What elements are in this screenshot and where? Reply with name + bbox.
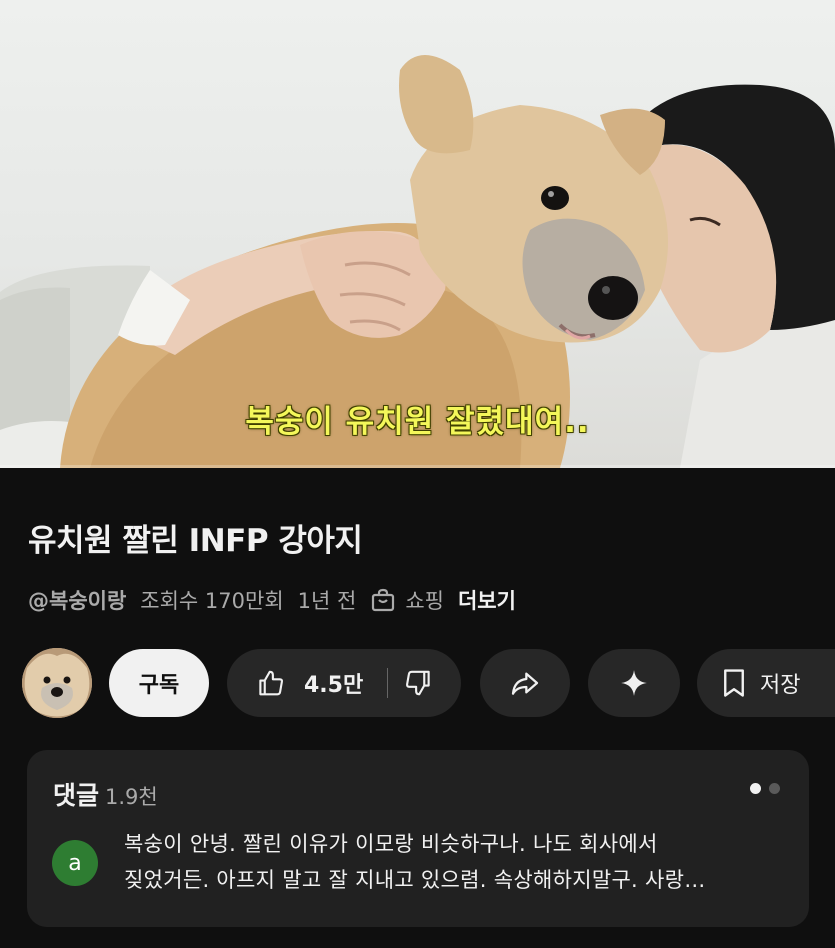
dog-avatar-image — [22, 648, 92, 718]
shopping-link[interactable]: 쇼핑 — [370, 585, 444, 615]
bookmark-icon — [724, 669, 744, 697]
like-button[interactable]: 4.5만 — [227, 649, 363, 717]
comments-count: 1.9천 — [105, 785, 158, 809]
video-title[interactable]: 유치원 짤린 INFP 강아지 — [28, 515, 363, 560]
shopping-bag-icon — [372, 588, 395, 612]
subscribe-button[interactable]: 구독 — [109, 649, 209, 717]
sparkle-icon — [621, 670, 647, 696]
shopping-label: 쇼핑 — [405, 589, 444, 613]
thumbs-down-icon — [406, 670, 430, 696]
video-seekbar[interactable] — [0, 465, 835, 468]
view-count: 조회수 170만회 — [140, 589, 284, 613]
channel-avatar[interactable] — [22, 648, 92, 718]
save-button[interactable]: 저장 — [697, 649, 835, 717]
comment-line-2: 짖었거든. 아프지 말고 잘 지내고 있으렴. 속상해하지말구. 사랑… — [124, 868, 706, 892]
top-comment-text: 복숭이 안녕. 짤린 이유가 이모랑 비슷하구나. 나도 회사에서 짖었거든. … — [124, 826, 789, 898]
comments-card[interactable]: 댓글 1.9천 a 복숭이 안녕. 짤린 이유가 이모랑 비슷하구나. 나도 회사… — [27, 750, 809, 927]
dislike-button[interactable] — [403, 649, 433, 717]
thumbs-up-icon — [259, 670, 283, 696]
more-button[interactable]: 더보기 — [458, 585, 516, 615]
commenter-avatar[interactable]: a — [52, 840, 98, 886]
pager-dot-active — [750, 783, 761, 794]
video-meta-row: @복숭이랑 조회수 170만회 1년 전 쇼핑 더보기 — [28, 585, 516, 615]
pager-dot — [769, 783, 780, 794]
share-icon — [511, 672, 539, 695]
channel-handle[interactable]: @복숭이랑 — [28, 585, 126, 615]
upload-age: 1년 전 — [297, 589, 357, 613]
like-divider — [387, 668, 389, 698]
save-label: 저장 — [760, 673, 801, 698]
comment-line-1: 복숭이 안녕. 짤린 이유가 이모랑 비슷하구나. 나도 회사에서 — [124, 832, 658, 856]
like-count: 4.5만 — [304, 673, 364, 698]
like-dislike-group: 4.5만 — [227, 649, 461, 717]
video-player[interactable]: 복숭이 유치원 잘렸대여.. — [0, 0, 835, 468]
video-subtitle: 복숭이 유치원 잘렸대여.. — [245, 404, 590, 440]
comments-title: 댓글 — [53, 781, 100, 810]
ai-sparkle-button[interactable] — [588, 649, 680, 717]
subscribe-label: 구독 — [138, 673, 180, 698]
comments-header: 댓글 1.9천 — [53, 776, 158, 812]
share-button[interactable] — [480, 649, 570, 717]
comments-pager-dots[interactable] — [742, 783, 780, 794]
